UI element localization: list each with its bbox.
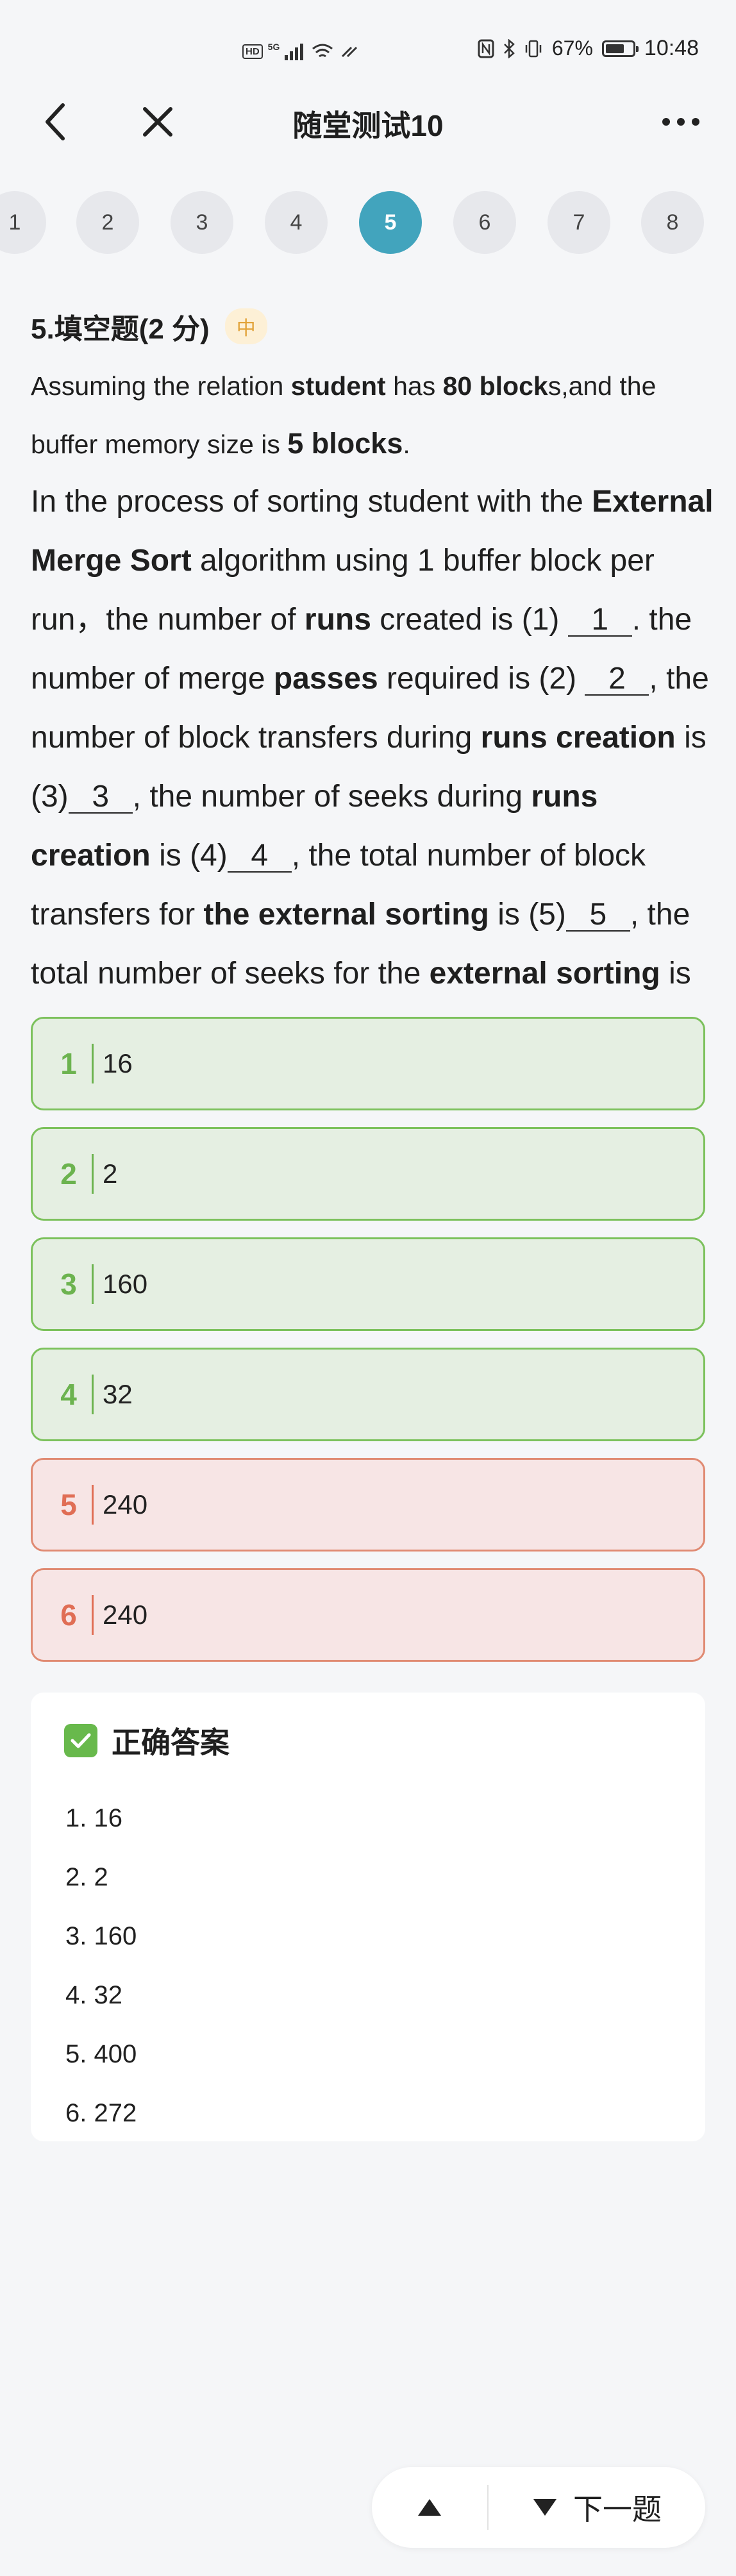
blank-4: 4 bbox=[227, 841, 292, 873]
page-title: 随堂测试10 bbox=[292, 109, 444, 142]
nfc-icon bbox=[478, 39, 494, 58]
answer-row-4: 4 32 bbox=[31, 1348, 705, 1441]
answer-value: 240 bbox=[103, 1600, 148, 1630]
question-nav-1[interactable]: 1 bbox=[0, 191, 46, 254]
correct-answer-list: 1. 16 2. 2 3. 160 4. 32 5. 400 6. 272 bbox=[65, 1789, 137, 2143]
battery-icon bbox=[601, 40, 639, 57]
body-bold: runs bbox=[304, 603, 371, 637]
bottom-action-bar: 下一题 bbox=[372, 2467, 705, 2548]
body-text: In the process of sorting student with t… bbox=[31, 485, 592, 519]
hd-badge: HD bbox=[242, 44, 263, 59]
answer-divider bbox=[92, 1485, 94, 1525]
blank-1: 1 bbox=[567, 605, 632, 637]
triangle-up-icon bbox=[418, 2499, 441, 2516]
more-icon bbox=[662, 118, 699, 126]
answer-row-3: 3 160 bbox=[31, 1237, 705, 1331]
body-text: created is (1) bbox=[371, 603, 568, 637]
check-icon bbox=[64, 1724, 97, 1757]
answer-number: 4 bbox=[60, 1378, 77, 1411]
wifi-icon bbox=[312, 44, 333, 58]
correct-answer-header: 正确答案 bbox=[64, 1719, 230, 1762]
body-bold: external sorting bbox=[429, 957, 660, 991]
correct-answer-title: 正确答案 bbox=[112, 1726, 230, 1759]
answer-row-2: 2 2 bbox=[31, 1127, 705, 1221]
triangle-down-icon bbox=[533, 2499, 556, 2516]
answer-number: 5 bbox=[60, 1488, 77, 1521]
question-intro: Assuming the relation student has 80 blo… bbox=[31, 357, 710, 473]
question-nav-7[interactable]: 7 bbox=[548, 191, 610, 254]
signal-icon bbox=[285, 44, 304, 60]
correct-answer-item: 2. 2 bbox=[65, 1863, 108, 1891]
navigation-bar: 随堂测试10 bbox=[0, 90, 736, 154]
blank-3: 3 bbox=[68, 782, 133, 814]
question-number-nav: 1 2 3 4 5 6 7 8 bbox=[0, 180, 736, 269]
vibrate-icon bbox=[525, 40, 542, 57]
question-nav-5[interactable]: 5 bbox=[359, 191, 422, 254]
answer-divider bbox=[92, 1154, 94, 1194]
question-nav-8[interactable]: 8 bbox=[641, 191, 704, 254]
answer-number: 1 bbox=[60, 1047, 77, 1080]
body-bold: runs creation bbox=[480, 721, 676, 755]
answer-value: 240 bbox=[103, 1489, 148, 1519]
next-question-button[interactable]: 下一题 bbox=[489, 2467, 705, 2548]
network-label: 5G bbox=[267, 42, 280, 52]
answer-row-1: 1 16 bbox=[31, 1017, 705, 1110]
answer-divider bbox=[92, 1375, 94, 1414]
answer-list: 1 16 2 2 3 160 4 32 5 240 6 240 bbox=[31, 1017, 705, 1678]
answer-value: 160 bbox=[103, 1269, 148, 1299]
intro-text: . bbox=[403, 430, 410, 459]
body-bold: passes bbox=[273, 662, 378, 696]
answer-number: 3 bbox=[60, 1267, 77, 1301]
question-body: In the process of sorting student with t… bbox=[31, 473, 717, 1062]
blank-2: 2 bbox=[585, 664, 649, 696]
more-button[interactable] bbox=[655, 96, 707, 147]
link-icon bbox=[342, 46, 358, 58]
question-nav-2[interactable]: 2 bbox=[76, 191, 139, 254]
answer-divider bbox=[92, 1044, 94, 1083]
correct-answer-item: 1. 16 bbox=[65, 1804, 122, 1832]
difficulty-badge: 中 bbox=[224, 308, 267, 344]
answer-row-6: 6 240 bbox=[31, 1568, 705, 1662]
body-text: , the number of seeks during bbox=[132, 780, 531, 814]
question-nav-4[interactable]: 4 bbox=[265, 191, 328, 254]
battery-percent: 67% bbox=[551, 37, 593, 60]
question-header: 5.填空题(2 分) 中 bbox=[31, 306, 267, 347]
intro-text: Assuming the relation bbox=[31, 371, 291, 401]
scroll-up-button[interactable] bbox=[372, 2467, 487, 2548]
answer-row-5: 5 240 bbox=[31, 1458, 705, 1551]
intro-bold: 80 block bbox=[442, 371, 548, 401]
correct-answer-item: 6. 272 bbox=[65, 2099, 137, 2127]
answer-divider bbox=[92, 1264, 94, 1304]
question-title: 5.填空题(2 分) bbox=[31, 314, 210, 345]
intro-text: has bbox=[385, 371, 443, 401]
status-left-icons: HD 5G bbox=[242, 38, 360, 64]
correct-answer-item: 3. 160 bbox=[65, 1922, 137, 1950]
correct-answer-item: 4. 32 bbox=[65, 1981, 122, 2009]
body-bold: the external sorting bbox=[203, 898, 489, 932]
question-nav-6[interactable]: 6 bbox=[453, 191, 516, 254]
body-text: required is (2) bbox=[378, 662, 585, 696]
correct-answer-item: 5. 400 bbox=[65, 2040, 137, 2068]
bluetooth-icon bbox=[503, 38, 515, 58]
answer-value: 2 bbox=[103, 1158, 118, 1189]
status-bar: HD 5G 67% 10:48 bbox=[0, 0, 736, 96]
answer-value: 16 bbox=[103, 1048, 133, 1078]
question-nav-3[interactable]: 3 bbox=[171, 191, 233, 254]
answer-number: 2 bbox=[60, 1157, 77, 1191]
next-question-label: 下一题 bbox=[573, 2493, 662, 2526]
answer-number: 6 bbox=[60, 1598, 77, 1632]
blank-5: 5 bbox=[565, 899, 630, 932]
answer-value: 32 bbox=[103, 1379, 133, 1409]
body-text: is (4) bbox=[150, 839, 228, 873]
correct-answer-card: 正确答案 1. 16 2. 2 3. 160 4. 32 5. 400 6. 2… bbox=[31, 1693, 705, 2141]
intro-bold: student bbox=[290, 371, 386, 401]
clock: 10:48 bbox=[644, 36, 699, 60]
body-text: is (5) bbox=[489, 898, 566, 932]
status-right-icons: 67% 10:48 bbox=[478, 36, 699, 61]
answer-divider bbox=[92, 1595, 94, 1635]
intro-bold: 5 blocks bbox=[287, 427, 403, 460]
